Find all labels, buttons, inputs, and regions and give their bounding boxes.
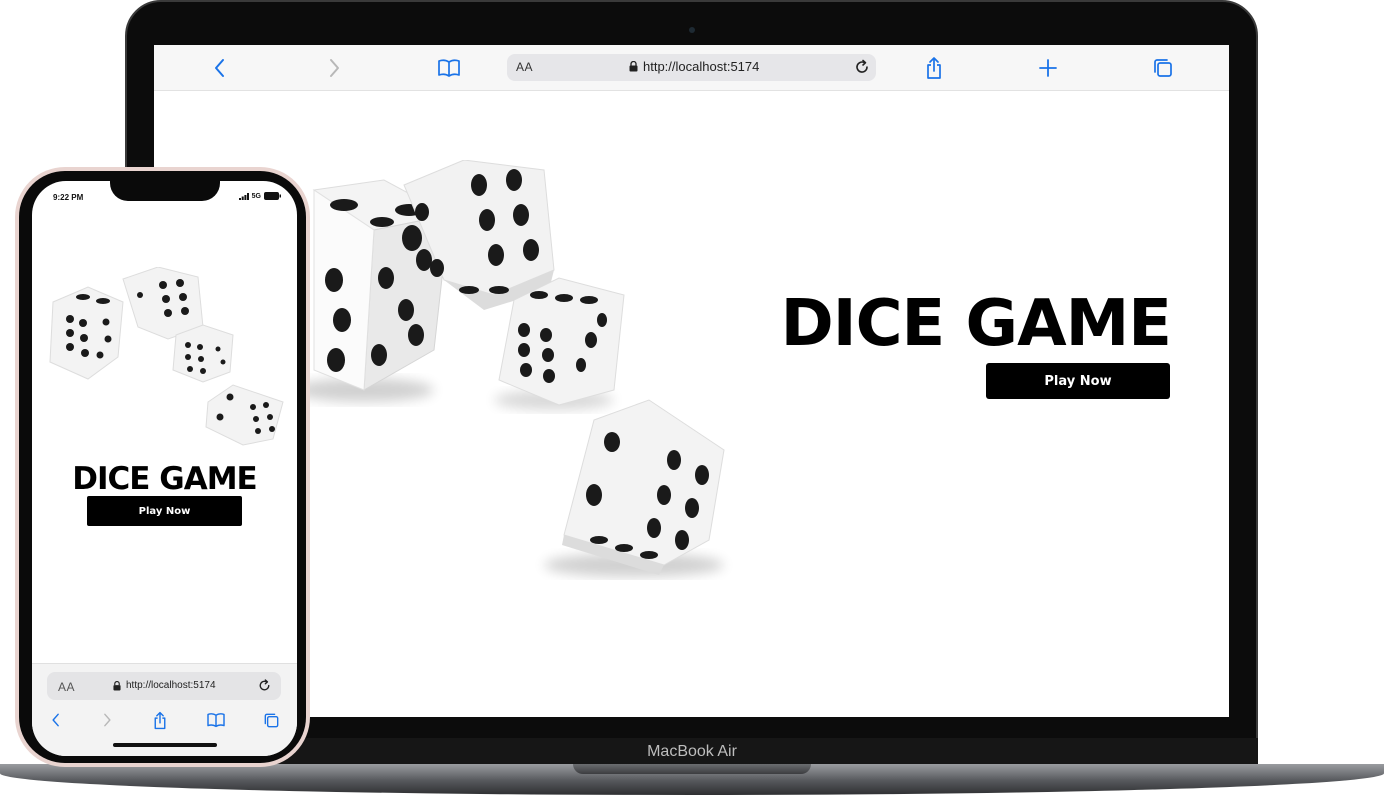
share-icon[interactable] (148, 708, 172, 732)
text-size-button[interactable]: AA (516, 60, 533, 74)
laptop-address-bar[interactable]: AA http://localhost:5174 (507, 54, 876, 81)
play-now-button[interactable]: Play Now (986, 363, 1170, 399)
phone-die-4 (205, 384, 284, 446)
address-url: http://localhost:5174 (629, 59, 759, 74)
phone-screen: 9:22 PM 5G DICE GAME Play Now AA http://… (32, 181, 297, 756)
battery-icon (264, 192, 281, 200)
network-type: 5G (251, 192, 261, 200)
back-chevron-icon[interactable] (44, 708, 68, 732)
phone-text-size-button[interactable]: AA (58, 680, 75, 694)
status-indicators: 5G (238, 192, 281, 200)
phone-toolbar-buttons (32, 708, 297, 734)
laptop-browser-toolbar: AA http://localhost:5174 (154, 45, 1229, 91)
laptop-camera (689, 27, 695, 33)
status-time: 9:22 PM (53, 193, 84, 202)
tabs-icon[interactable] (259, 708, 283, 732)
reload-icon[interactable] (256, 677, 273, 699)
laptop-web-page: DICE GAME Play Now (154, 90, 1229, 717)
phone-dice-illustration (49, 267, 284, 446)
phone-address-bar[interactable]: AA http://localhost:5174 (47, 672, 281, 700)
back-chevron-icon[interactable] (205, 53, 235, 83)
tabs-icon[interactable] (1148, 53, 1178, 83)
bookmarks-book-icon[interactable] (434, 53, 464, 83)
reload-icon[interactable] (852, 57, 872, 82)
share-icon[interactable] (919, 53, 949, 83)
phone-address-url-text: http://localhost:5174 (126, 680, 216, 691)
forward-chevron-icon[interactable] (319, 53, 349, 83)
laptop-screen: AA http://localhost:5174 DICE GAME Play … (154, 45, 1229, 717)
dice-illustration (294, 160, 725, 577)
laptop-hinge-notch (573, 764, 811, 774)
address-url-text: http://localhost:5174 (643, 59, 760, 74)
signal-icon (238, 192, 249, 200)
phone-die-3 (172, 324, 234, 383)
phone-play-now-button[interactable]: Play Now (87, 496, 242, 526)
lock-icon (113, 680, 121, 690)
phone-die-1 (49, 286, 124, 380)
lock-icon (629, 61, 638, 72)
phone-page-title: DICE GAME (72, 461, 257, 497)
phone-address-url: http://localhost:5174 (113, 680, 216, 691)
page-title: DICE GAME (780, 287, 1172, 361)
new-tab-plus-icon[interactable] (1033, 53, 1063, 83)
forward-chevron-icon[interactable] (95, 708, 119, 732)
bookmarks-book-icon[interactable] (204, 708, 228, 732)
die-bottom (544, 399, 725, 577)
phone-die-2 (122, 267, 204, 340)
phone-notch (110, 181, 220, 201)
home-indicator[interactable] (113, 743, 217, 747)
